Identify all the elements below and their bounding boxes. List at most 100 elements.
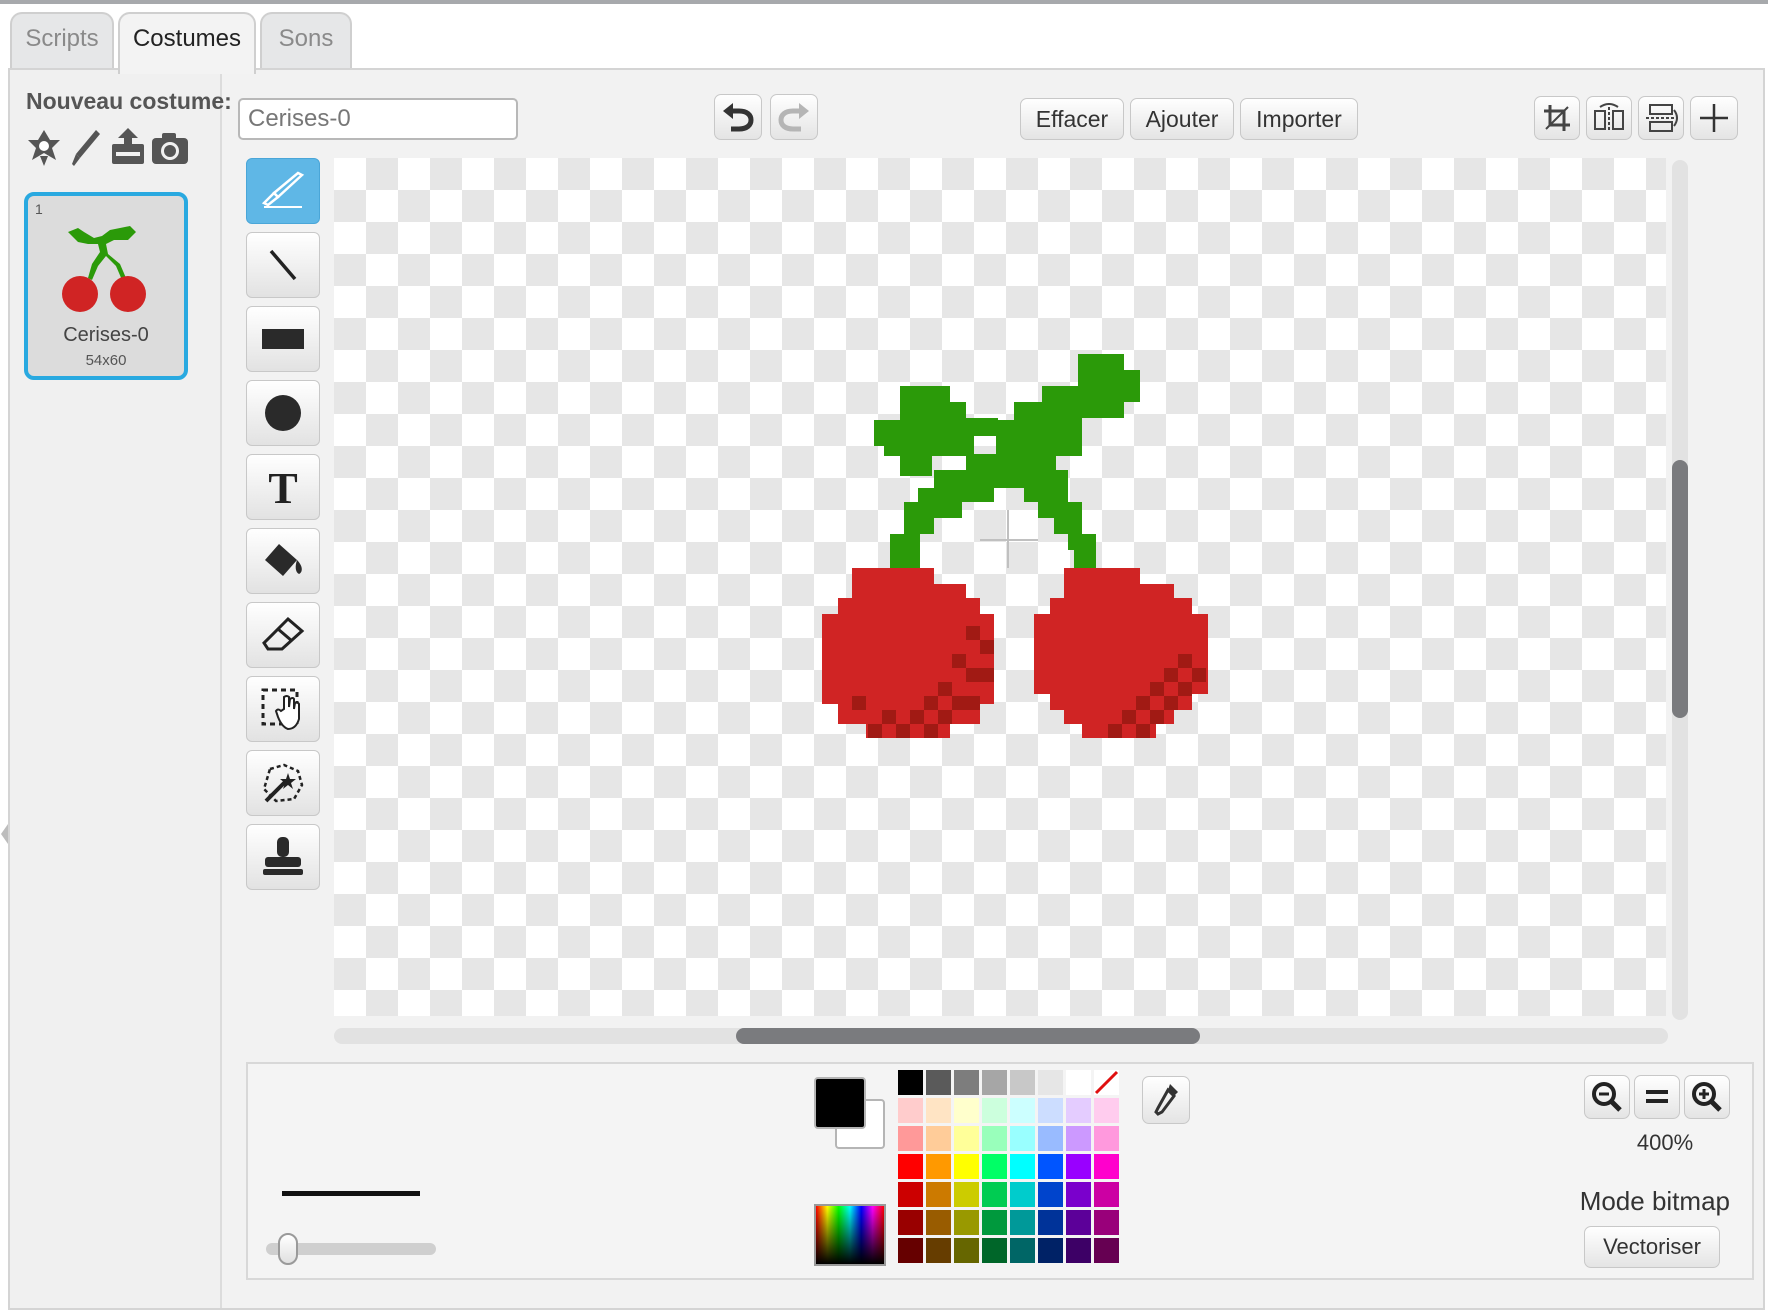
palette-swatch[interactable] [1038, 1098, 1063, 1123]
palette-swatch[interactable] [1038, 1182, 1063, 1207]
eyedropper-button[interactable] [1142, 1076, 1190, 1124]
palette-swatch[interactable] [982, 1070, 1007, 1095]
add-button[interactable]: Ajouter [1130, 98, 1234, 140]
palette-swatch[interactable] [982, 1210, 1007, 1235]
palette-swatch[interactable] [1010, 1210, 1035, 1235]
tool-text[interactable]: T [246, 454, 320, 520]
flip-vertical-button[interactable] [1638, 96, 1684, 140]
zoom-in-button[interactable] [1684, 1075, 1730, 1119]
tool-fill[interactable] [246, 528, 320, 594]
palette-swatch[interactable] [926, 1154, 951, 1179]
tab-costumes[interactable]: Costumes [118, 12, 256, 74]
no-color-icon [1094, 1070, 1119, 1095]
zoom-level-label: 400% [1636, 1130, 1694, 1155]
palette-swatch[interactable] [954, 1098, 979, 1123]
palette-swatch[interactable] [926, 1098, 951, 1123]
palette-swatch[interactable] [954, 1070, 979, 1095]
palette-swatch[interactable] [898, 1210, 923, 1235]
palette-swatch[interactable] [926, 1070, 951, 1095]
clear-button[interactable]: Effacer [1020, 98, 1124, 140]
line-icon [269, 249, 297, 281]
palette-swatch[interactable] [1094, 1238, 1119, 1263]
palette-swatch[interactable] [1038, 1154, 1063, 1179]
palette-swatch[interactable] [1066, 1182, 1091, 1207]
palette-swatch[interactable] [982, 1238, 1007, 1263]
vertical-scrollbar-thumb[interactable] [1672, 460, 1688, 718]
flip-horizontal-button[interactable] [1586, 96, 1632, 140]
tool-paintbrush[interactable] [246, 158, 320, 224]
horizontal-scrollbar-thumb[interactable] [736, 1028, 1200, 1044]
tool-select[interactable] [246, 676, 320, 742]
sprite-library-icon[interactable] [24, 126, 64, 168]
palette-swatch[interactable] [898, 1238, 923, 1263]
set-center-button[interactable] [1690, 96, 1738, 140]
palette-swatch[interactable] [954, 1154, 979, 1179]
palette-swatch[interactable] [1094, 1210, 1119, 1235]
tool-ellipse[interactable] [246, 380, 320, 446]
tab-scripts[interactable]: Scripts [10, 12, 114, 70]
costume-list: Nouveau costume: 1 Cerises-0 54x60 [10, 70, 232, 1308]
palette-swatch[interactable] [1038, 1070, 1063, 1095]
palette-swatch[interactable] [1010, 1154, 1035, 1179]
tab-sounds[interactable]: Sons [260, 12, 352, 70]
color-spectrum-picker[interactable] [814, 1204, 886, 1266]
import-button[interactable]: Importer [1240, 98, 1358, 140]
camera-icon[interactable] [150, 126, 190, 168]
redo-button[interactable] [770, 94, 818, 140]
drawing-canvas[interactable] [334, 158, 1666, 1016]
palette-swatch[interactable] [1094, 1126, 1119, 1151]
palette-swatch[interactable] [1066, 1070, 1091, 1095]
palette-swatch[interactable] [982, 1098, 1007, 1123]
palette-swatch[interactable] [926, 1182, 951, 1207]
paint-brush-icon[interactable] [66, 126, 106, 168]
palette-swatch[interactable] [1038, 1238, 1063, 1263]
palette-swatch[interactable] [1094, 1098, 1119, 1123]
palette-swatch[interactable] [1066, 1154, 1091, 1179]
convert-to-vector-button[interactable]: Vectoriser [1584, 1226, 1720, 1268]
undo-button[interactable] [714, 94, 762, 140]
palette-swatch[interactable] [898, 1182, 923, 1207]
palette-swatch[interactable] [1094, 1070, 1119, 1095]
palette-swatch[interactable] [1038, 1210, 1063, 1235]
palette-swatch[interactable] [982, 1126, 1007, 1151]
palette-swatch[interactable] [1038, 1126, 1063, 1151]
palette-swatch[interactable] [1066, 1126, 1091, 1151]
palette-swatch[interactable] [898, 1098, 923, 1123]
palette-swatch[interactable] [1010, 1098, 1035, 1123]
tool-rectangle[interactable] [246, 306, 320, 372]
palette-swatch[interactable] [954, 1182, 979, 1207]
palette-swatch[interactable] [1094, 1154, 1119, 1179]
palette-swatch[interactable] [1010, 1126, 1035, 1151]
palette-swatch[interactable] [1010, 1238, 1035, 1263]
palette-swatch[interactable] [954, 1126, 979, 1151]
tool-magic-select[interactable] [246, 750, 320, 816]
palette-swatch[interactable] [926, 1210, 951, 1235]
palette-swatch[interactable] [954, 1238, 979, 1263]
zoom-reset-button[interactable] [1634, 1075, 1680, 1119]
palette-swatch[interactable] [926, 1126, 951, 1151]
palette-swatch[interactable] [898, 1126, 923, 1151]
tool-stamp[interactable] [246, 824, 320, 890]
stroke-width-slider-knob[interactable] [278, 1233, 299, 1265]
upload-icon[interactable] [108, 126, 148, 168]
palette-swatch[interactable] [1010, 1070, 1035, 1095]
tool-line[interactable] [246, 232, 320, 298]
palette-swatch[interactable] [1066, 1210, 1091, 1235]
costume-thumbnail[interactable]: 1 Cerises-0 54x60 [24, 192, 188, 380]
collapse-arrow-icon[interactable] [0, 820, 8, 848]
palette-swatch[interactable] [1094, 1182, 1119, 1207]
palette-swatch[interactable] [898, 1070, 923, 1095]
palette-swatch[interactable] [926, 1238, 951, 1263]
crop-button[interactable] [1534, 96, 1580, 140]
tool-eraser[interactable] [246, 602, 320, 668]
palette-swatch[interactable] [1010, 1182, 1035, 1207]
zoom-out-button[interactable] [1584, 1075, 1630, 1119]
primary-color-swatch[interactable] [814, 1077, 866, 1129]
palette-swatch[interactable] [982, 1182, 1007, 1207]
palette-swatch[interactable] [898, 1154, 923, 1179]
palette-swatch[interactable] [982, 1154, 1007, 1179]
palette-swatch[interactable] [1066, 1098, 1091, 1123]
palette-swatch[interactable] [954, 1210, 979, 1235]
costume-name-input[interactable] [238, 98, 518, 140]
palette-swatch[interactable] [1066, 1238, 1091, 1263]
